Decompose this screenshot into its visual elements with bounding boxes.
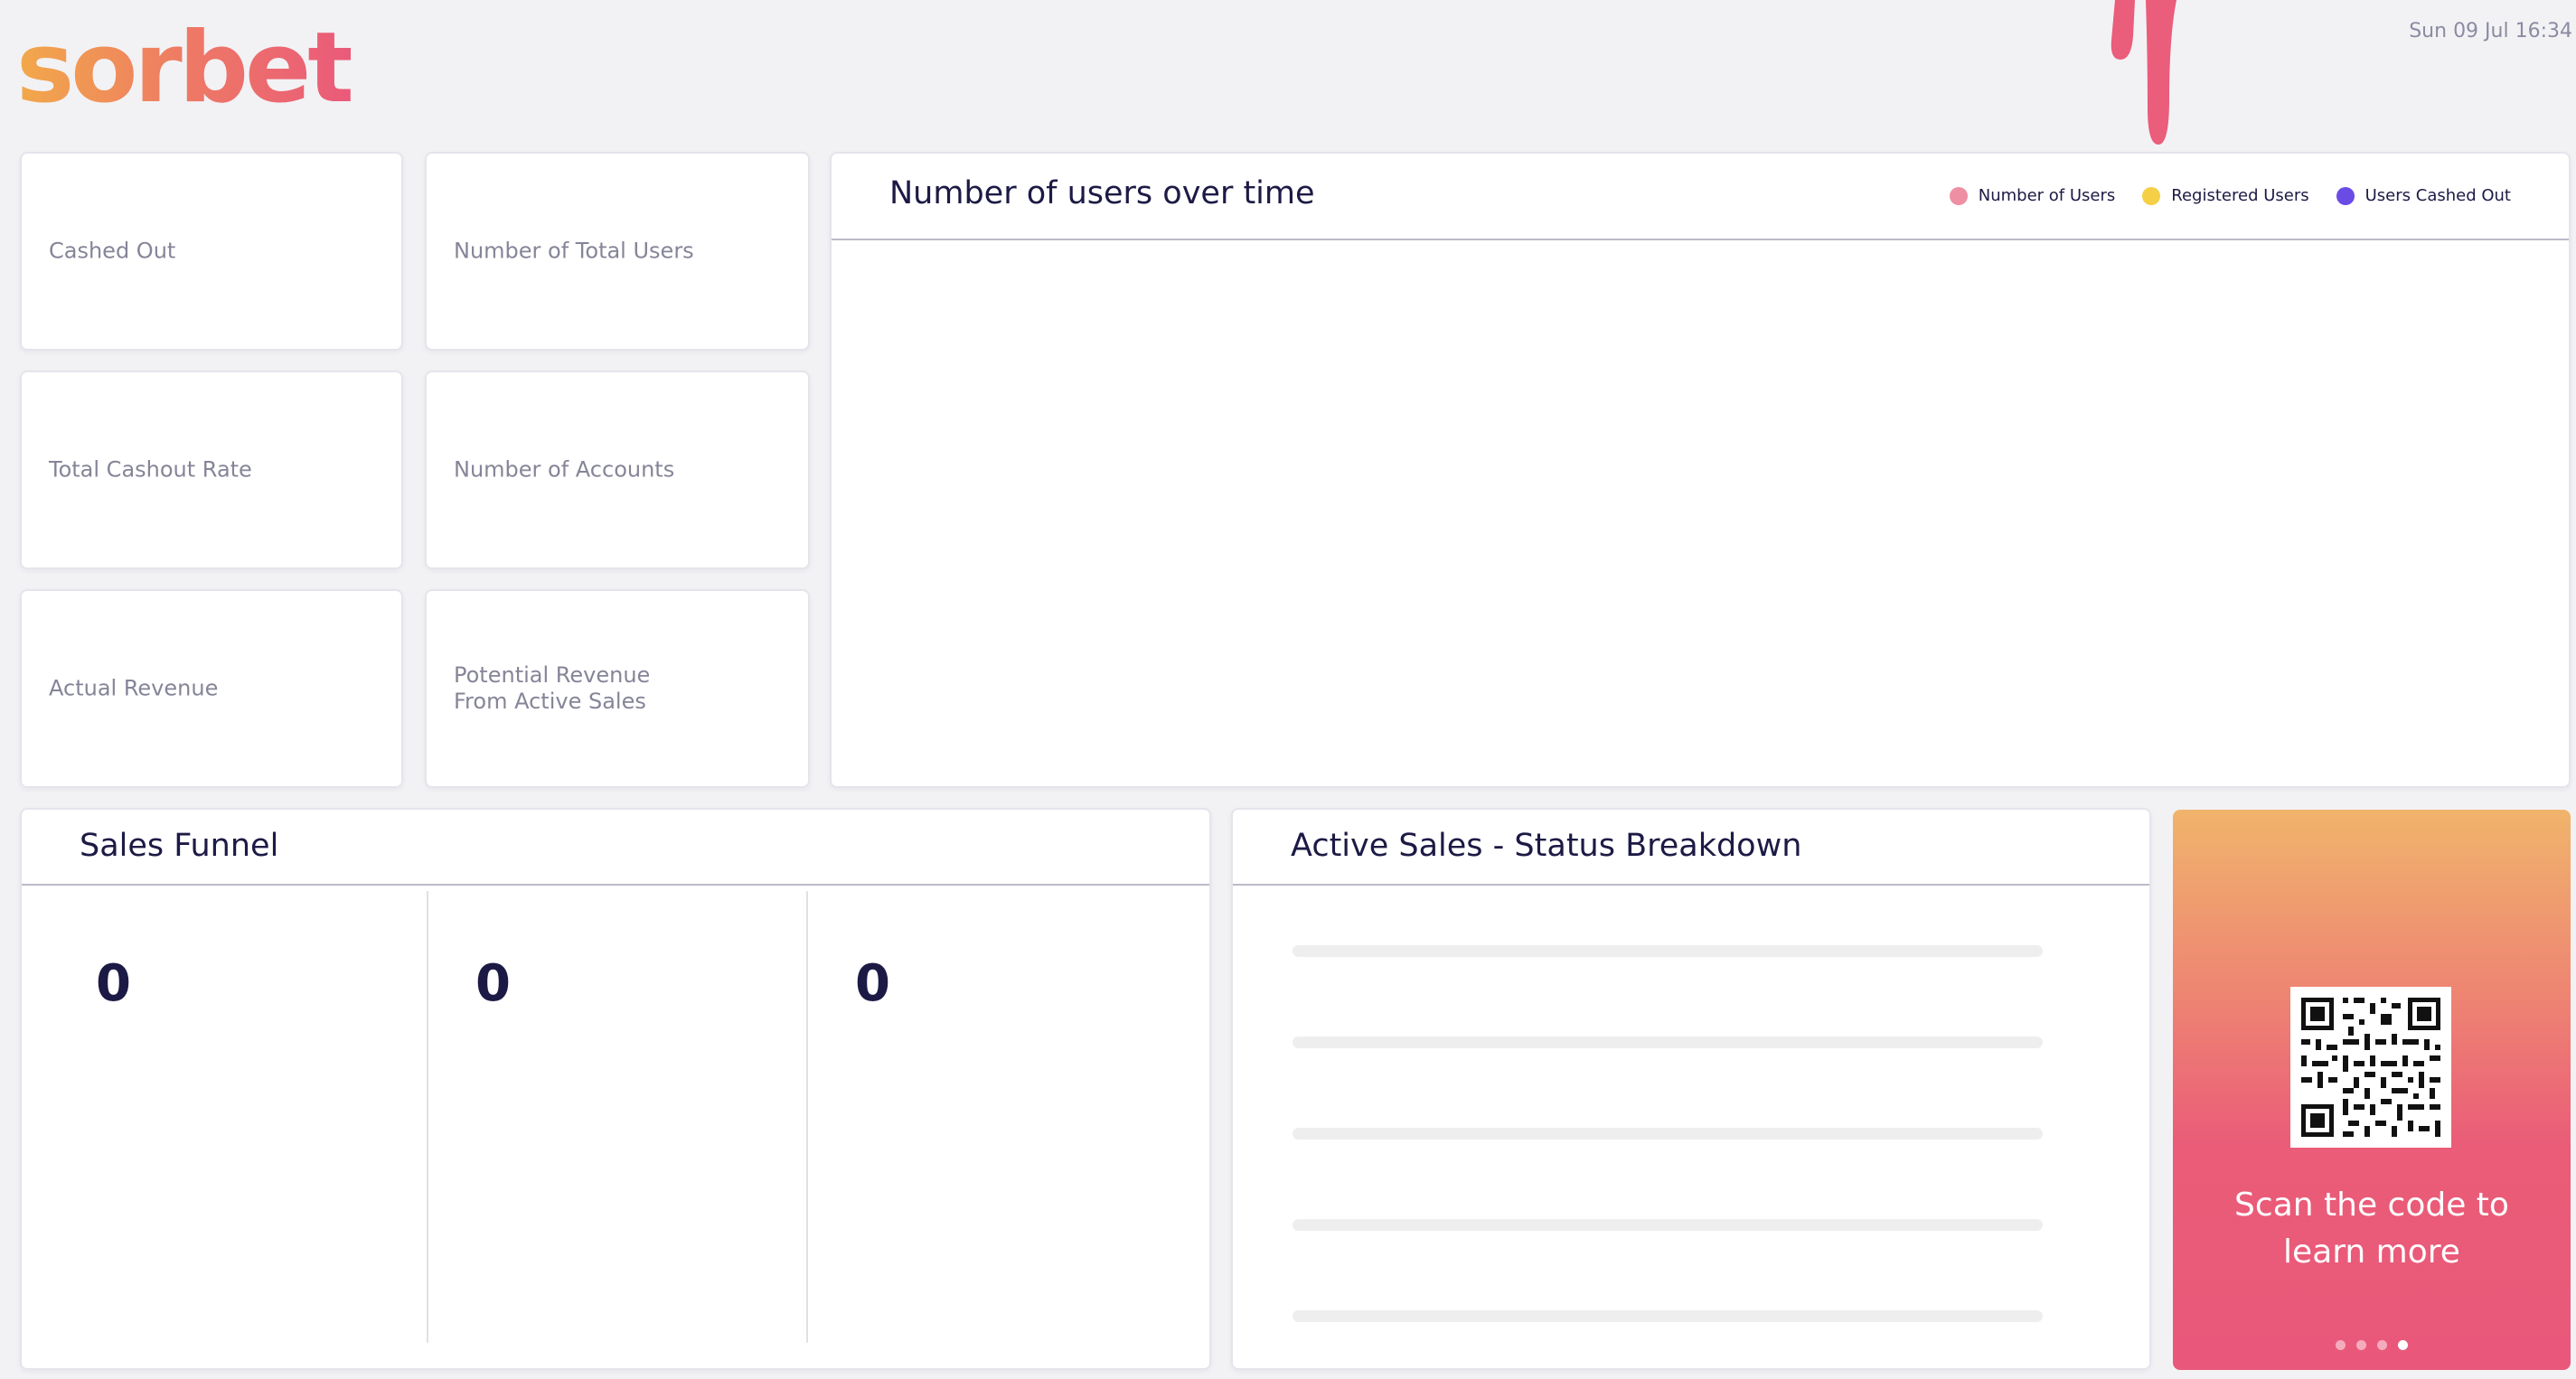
- stat-label: Cashed Out: [49, 238, 176, 264]
- funnel-stage-3: 0: [806, 891, 1186, 1343]
- stat-card-accounts: Number of Accounts: [425, 371, 810, 569]
- funnel-stage-1: 0: [22, 891, 400, 1343]
- legend-item-users-cashed-out[interactable]: Users Cashed Out: [2336, 186, 2511, 205]
- panel-divider: [22, 884, 1209, 886]
- sales-funnel-panel: Sales Funnel 0 0 0: [20, 808, 1211, 1370]
- stat-card-actual-revenue: Actual Revenue: [20, 589, 403, 788]
- carousel-dot[interactable]: [2356, 1340, 2366, 1350]
- logo: sorbet: [16, 12, 354, 125]
- carousel-dot-active[interactable]: [2398, 1340, 2408, 1350]
- datetime-display: Sun 09 Jul 16:34: [2409, 20, 2572, 42]
- stat-label: Total Cashout Rate: [49, 456, 252, 483]
- sales-funnel-title: Sales Funnel: [80, 828, 279, 864]
- stat-card-cashed-out: Cashed Out: [20, 152, 403, 351]
- funnel-value: 0: [475, 954, 511, 1013]
- legend-item-registered-users[interactable]: Registered Users: [2142, 186, 2309, 205]
- carousel-dot[interactable]: [2336, 1340, 2346, 1350]
- chart-legend: Number of Users Registered Users Users C…: [1949, 186, 2511, 205]
- legend-label: Number of Users: [1978, 186, 2116, 205]
- stat-label: Number of Accounts: [454, 456, 675, 483]
- legend-swatch: [1949, 186, 1968, 205]
- funnel-value: 0: [96, 954, 131, 1013]
- funnel-value: 0: [855, 954, 890, 1013]
- stat-card-total-users: Number of Total Users: [425, 152, 810, 351]
- loading-placeholder-bar: [1293, 945, 2043, 957]
- stat-label: Potential Revenue From Active Sales: [454, 662, 651, 714]
- legend-swatch: [2336, 186, 2355, 205]
- loading-placeholder-bar: [1293, 1037, 2043, 1048]
- qr-code: [2290, 987, 2451, 1148]
- users-chart-panel: Number of users over time Number of User…: [830, 152, 2571, 788]
- drip-decoration: [2111, 0, 2176, 145]
- stat-card-potential-revenue: Potential Revenue From Active Sales: [425, 589, 810, 788]
- active-sales-title: Active Sales - Status Breakdown: [1291, 828, 1802, 864]
- carousel-dot[interactable]: [2377, 1340, 2387, 1350]
- active-sales-panel: Active Sales - Status Breakdown: [1231, 808, 2151, 1370]
- panel-divider: [1233, 884, 2149, 886]
- promo-text: Scan the code to learn more: [2234, 1187, 2509, 1271]
- carousel-pager: [2173, 1340, 2571, 1350]
- stat-label: Number of Total Users: [454, 238, 694, 264]
- funnel-stage-2: 0: [427, 891, 806, 1343]
- users-chart-title: Number of users over time: [889, 175, 1315, 211]
- chart-plot-area: [832, 240, 2569, 786]
- loading-placeholder-bar: [1293, 1310, 2043, 1322]
- stat-card-cashout-rate: Total Cashout Rate: [20, 371, 403, 569]
- legend-item-number-of-users[interactable]: Number of Users: [1949, 186, 2116, 205]
- legend-label: Users Cashed Out: [2364, 186, 2511, 205]
- stat-label: Actual Revenue: [49, 675, 219, 701]
- legend-swatch: [2142, 186, 2161, 205]
- legend-label: Registered Users: [2171, 186, 2309, 205]
- loading-placeholder-bar: [1293, 1219, 2043, 1231]
- qr-code-graphic: [2301, 998, 2440, 1137]
- loading-placeholder-bar: [1293, 1128, 2043, 1140]
- promo-card[interactable]: Scan the code to learn more: [2173, 810, 2571, 1370]
